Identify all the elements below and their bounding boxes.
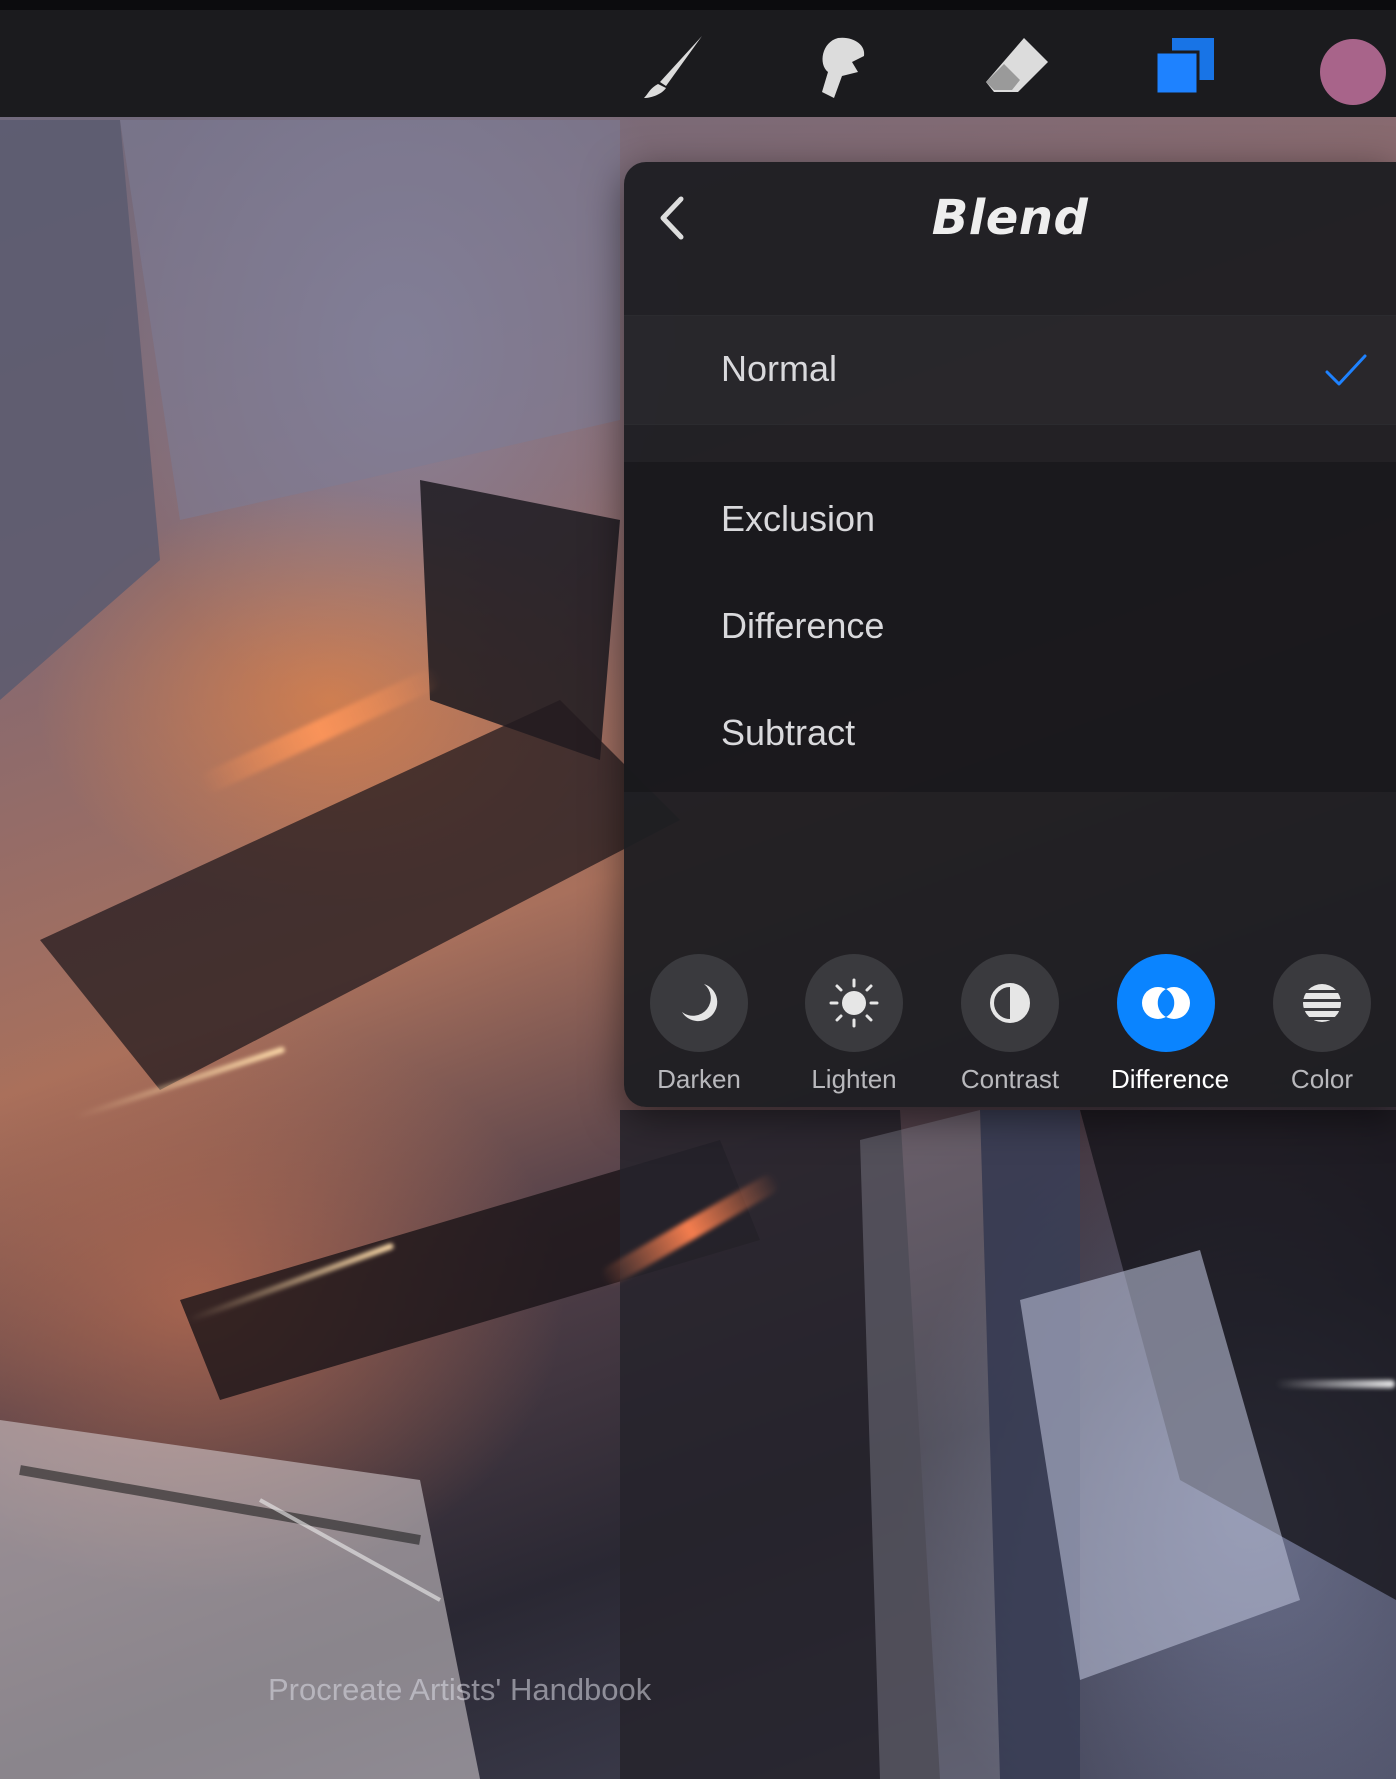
category-label: Lighten: [811, 1064, 897, 1094]
layers-tool-button[interactable]: [1150, 32, 1220, 102]
category-contrast-circle: [961, 954, 1059, 1052]
category-label: Darken: [657, 1064, 741, 1094]
checkmark-icon: [1324, 352, 1368, 393]
blend-mode-label: Subtract: [721, 712, 856, 753]
eraser-tool-button[interactable]: [982, 32, 1052, 102]
watermark-text: Procreate Artists' Handbook: [268, 1672, 652, 1707]
color-picker-button[interactable]: [1320, 39, 1386, 105]
difference-icon: [1142, 987, 1190, 1019]
striped-circle-icon: [1303, 984, 1341, 1022]
panel-title: Blend: [931, 190, 1089, 246]
blend-mode-label: Normal: [721, 348, 838, 389]
category-color[interactable]: Color: [1267, 954, 1377, 1095]
category-darken[interactable]: Darken: [644, 954, 754, 1095]
sun-icon: [829, 978, 879, 1028]
smudge-tool-button[interactable]: [808, 32, 878, 102]
category-label: Color: [1290, 1064, 1354, 1094]
eraser-icon: [986, 38, 1048, 92]
category-lighten[interactable]: Lighten: [799, 954, 909, 1095]
category-contrast[interactable]: Contrast: [955, 954, 1065, 1095]
category-difference[interactable]: Difference: [1111, 954, 1230, 1095]
blend-mode-exclusion[interactable]: Exclusion: [624, 462, 1396, 562]
blend-mode-difference[interactable]: Difference: [624, 567, 1396, 667]
category-label: Contrast: [960, 1064, 1060, 1094]
blend-mode-subtract[interactable]: Subtract: [624, 674, 1396, 774]
layers-icon: [1154, 38, 1214, 96]
half-circle-icon: [990, 983, 1030, 1023]
category-lighten-circle: [805, 954, 903, 1052]
moon-icon: [682, 984, 718, 1022]
category-difference-circle: [1117, 954, 1215, 1052]
blend-mode-label: Difference: [721, 605, 885, 646]
category-darken-circle: [650, 954, 748, 1052]
blend-mode-normal[interactable]: Normal: [624, 315, 1396, 425]
blend-mode-list: Exclusion Difference Subtract: [624, 462, 1396, 792]
category-label: Difference: [1111, 1064, 1230, 1094]
blend-panel: Blend Normal Exclusion Difference Subtra…: [624, 162, 1396, 1107]
top-toolbar: [0, 0, 1396, 117]
category-color-circle: [1273, 954, 1371, 1052]
blend-mode-label: Exclusion: [721, 498, 876, 539]
brush-icon: [644, 36, 702, 98]
brush-tool-button[interactable]: [640, 32, 710, 102]
smudge-icon: [822, 37, 865, 98]
